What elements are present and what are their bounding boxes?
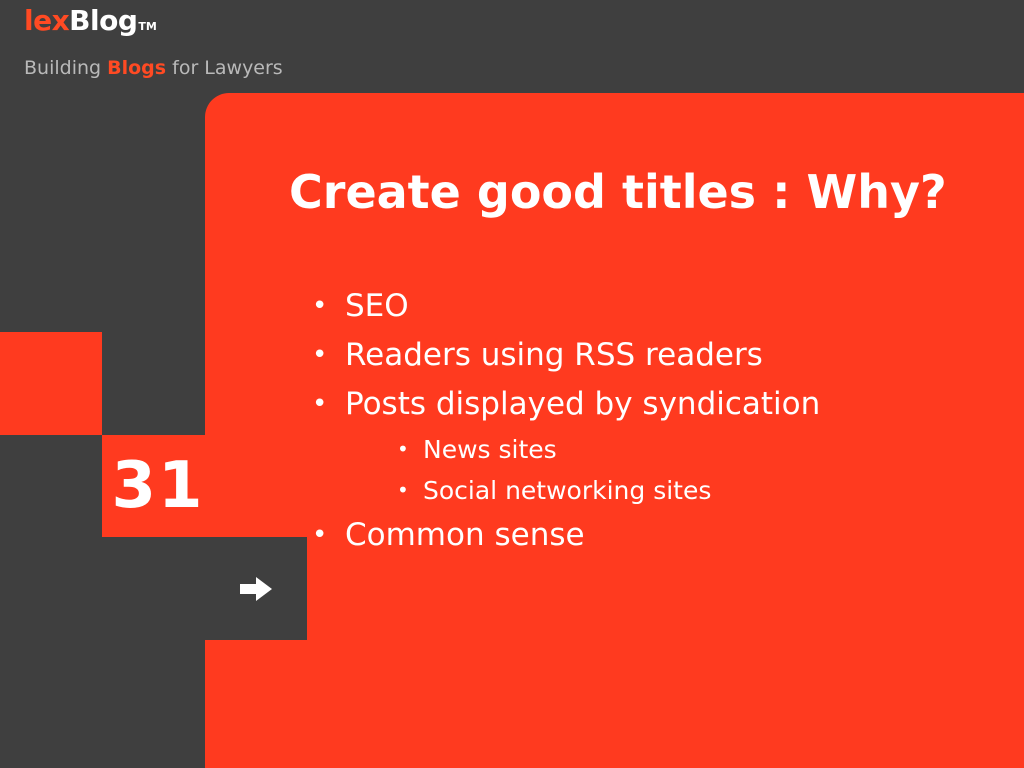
bullet-item-syndication: Posts displayed by syndication News site… <box>312 380 1002 511</box>
brand-logo-part-lex: lex <box>24 4 70 37</box>
brand-logo-part-blog: Blog <box>69 4 138 37</box>
bullet-item-label: Readers using RSS readers <box>345 337 763 373</box>
bullet-item-rss-readers: Readers using RSS readers <box>312 331 1002 380</box>
next-slide-button[interactable] <box>205 537 307 640</box>
tagline-suffix: for Lawyers <box>166 57 283 79</box>
bullet-item-label: Posts displayed by syndication <box>345 386 821 422</box>
sub-bullet-item-news-sites: News sites <box>345 429 1002 470</box>
sub-bullet-item-label: News sites <box>423 435 557 464</box>
sub-bullet-item-label: Social networking sites <box>423 476 712 505</box>
sub-bullet-item-social-networking-sites: Social networking sites <box>345 470 1002 511</box>
bullet-item-label: Common sense <box>345 517 585 553</box>
brand-tagline: Building Blogs for Lawyers <box>24 56 283 80</box>
bullet-item-common-sense: Common sense <box>312 511 1002 560</box>
slide-title: Create good titles : Why? <box>289 164 947 219</box>
arrow-right-icon <box>240 576 272 601</box>
decorative-side-block <box>0 332 102 435</box>
trademark-mark: TM <box>138 20 157 33</box>
sub-bullet-list: News sites Social networking sites <box>345 429 1002 511</box>
bullet-list: SEO Readers using RSS readers Posts disp… <box>312 282 1002 560</box>
page-number: 31 <box>111 449 205 523</box>
tagline-accent: Blogs <box>107 57 167 79</box>
tagline-prefix: Building <box>24 57 108 79</box>
bullet-item-label: SEO <box>345 288 409 324</box>
bullet-item-seo: SEO <box>312 282 1002 331</box>
brand-logo: lexBlogTM <box>24 4 157 38</box>
